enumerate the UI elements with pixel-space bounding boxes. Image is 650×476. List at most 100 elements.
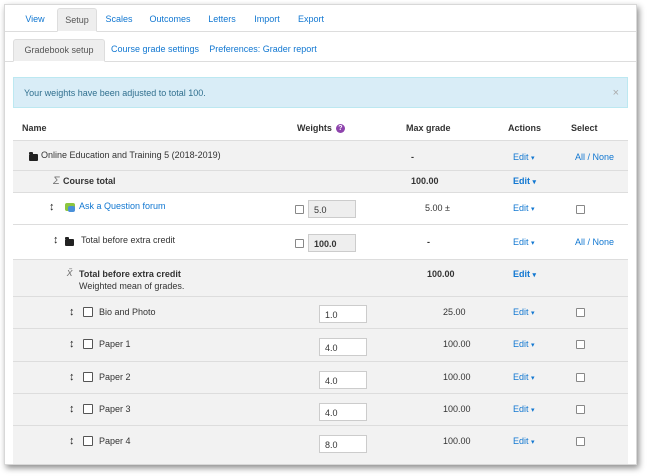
- table-row: ↕ Bio and Photo 1.0 25.00 Edit ▾: [13, 296, 628, 328]
- grade-item-name: Paper 1: [99, 339, 131, 349]
- category-total-label: Total before extra credit: [79, 269, 181, 279]
- select-checkbox[interactable]: [576, 437, 585, 446]
- edit-menu[interactable]: Edit ▾: [513, 176, 536, 186]
- grade-item-name: Paper 3: [99, 404, 131, 414]
- item-checkbox[interactable]: [83, 404, 93, 414]
- caret-down-icon: ▾: [532, 272, 537, 279]
- caret-down-icon: ▾: [531, 310, 535, 317]
- move-icon[interactable]: ↕: [53, 234, 59, 246]
- select-all-none[interactable]: All / None: [575, 237, 614, 247]
- table-row: ↕ Total before extra credit 100.0 - Edit…: [13, 224, 628, 259]
- move-icon[interactable]: ↕: [69, 371, 75, 383]
- table-row: ↕ Paper 1 4.0 100.00 Edit ▾: [13, 328, 628, 361]
- max-grade: 100.00: [443, 372, 471, 382]
- sigma-icon: Σ: [53, 175, 60, 187]
- tab-preferences-grader-report[interactable]: Preferences: Grader report: [207, 39, 319, 60]
- edit-menu[interactable]: Edit ▾: [513, 307, 535, 317]
- select-all-none[interactable]: All / None: [575, 152, 614, 162]
- caret-down-icon: ▾: [531, 240, 535, 247]
- edit-menu[interactable]: Edit ▾: [513, 339, 535, 349]
- weight-input[interactable]: 100.0: [308, 234, 356, 252]
- select-checkbox[interactable]: [576, 308, 585, 317]
- edit-menu[interactable]: Edit ▾: [513, 404, 535, 414]
- move-icon[interactable]: ↕: [69, 338, 75, 350]
- folder-icon: [65, 237, 74, 246]
- max-grade: 5.00 ±: [425, 203, 450, 213]
- move-icon[interactable]: ↕: [49, 201, 55, 213]
- edit-menu[interactable]: Edit ▾: [513, 269, 536, 279]
- weight-override-checkbox[interactable]: [295, 239, 304, 248]
- weight-input[interactable]: 4.0: [319, 371, 367, 389]
- folder-icon: [29, 152, 38, 161]
- caret-down-icon: ▾: [531, 407, 535, 414]
- column-header-max-grade: Max grade: [406, 123, 451, 133]
- edit-menu[interactable]: Edit ▾: [513, 203, 535, 213]
- close-icon[interactable]: ×: [613, 78, 619, 109]
- max-grade: -: [411, 152, 414, 162]
- column-header-actions: Actions: [508, 123, 542, 133]
- select-checkbox[interactable]: [576, 405, 585, 414]
- edit-menu[interactable]: Edit ▾: [513, 237, 535, 247]
- item-checkbox[interactable]: [83, 307, 93, 317]
- tab-scales[interactable]: Scales: [99, 8, 139, 30]
- aggregation-description: Weighted mean of grades.: [79, 281, 185, 291]
- table-row: ↕ Paper 3 4.0 100.00 Edit ▾: [13, 393, 628, 425]
- category-name: Online Education and Training 5 (2018-20…: [41, 150, 221, 160]
- secondary-tabs: Gradebook setup Course grade settings Pr…: [5, 37, 636, 62]
- caret-down-icon: ▾: [531, 206, 535, 213]
- table-row: ↕ Paper 2 4.0 100.00 Edit ▾: [13, 361, 628, 393]
- edit-menu[interactable]: Edit ▾: [513, 436, 535, 446]
- weight-input[interactable]: 4.0: [319, 403, 367, 421]
- weight-input[interactable]: 8.0: [319, 435, 367, 453]
- max-grade: 25.00: [443, 307, 466, 317]
- table-row: ↕ Ask a Question forum 5.0 5.00 ± Edit ▾: [13, 192, 628, 224]
- alert-message: Your weights have been adjusted to total…: [24, 88, 206, 98]
- edit-menu[interactable]: Edit ▾: [513, 372, 535, 382]
- tab-outcomes[interactable]: Outcomes: [143, 8, 197, 30]
- move-icon[interactable]: ↕: [69, 403, 75, 415]
- tab-gradebook-setup[interactable]: Gradebook setup: [13, 39, 105, 62]
- weight-input[interactable]: 1.0: [319, 305, 367, 323]
- caret-down-icon: ▾: [531, 155, 535, 162]
- tab-setup[interactable]: Setup: [57, 8, 97, 32]
- table-row: x̄ Total before extra credit Weighted me…: [13, 259, 628, 296]
- move-icon[interactable]: ↕: [69, 306, 75, 318]
- grade-item-name: Paper 4: [99, 436, 131, 446]
- help-icon[interactable]: ?: [335, 124, 345, 134]
- caret-down-icon: ▾: [531, 439, 535, 446]
- tab-import[interactable]: Import: [247, 8, 287, 30]
- select-checkbox[interactable]: [576, 205, 585, 214]
- table-row: Online Education and Training 5 (2018-20…: [13, 140, 628, 170]
- tab-view[interactable]: View: [15, 8, 55, 30]
- primary-tabs: View Setup Scales Outcomes Letters Impor…: [5, 5, 636, 32]
- edit-menu[interactable]: Edit ▾: [513, 152, 535, 162]
- tab-letters[interactable]: Letters: [201, 8, 243, 30]
- forum-icon: [65, 202, 75, 212]
- column-header-weights: Weights?: [297, 123, 345, 137]
- gradebook-window: View Setup Scales Outcomes Letters Impor…: [4, 4, 637, 465]
- category-name: Total before extra credit: [81, 235, 176, 245]
- table-row: Σ Course total 100.00 Edit ▾: [13, 170, 628, 192]
- item-checkbox[interactable]: [83, 339, 93, 349]
- course-total-label: Course total: [63, 176, 116, 186]
- caret-down-icon: ▾: [531, 375, 535, 382]
- table-row: ↕ Paper 4 8.0 100.00 Edit ▾: [13, 425, 628, 464]
- tab-export[interactable]: Export: [291, 8, 331, 30]
- column-header-name: Name: [22, 123, 47, 133]
- move-icon[interactable]: ↕: [69, 435, 75, 447]
- select-checkbox[interactable]: [576, 340, 585, 349]
- forum-item-link[interactable]: Ask a Question forum: [65, 201, 166, 212]
- select-checkbox[interactable]: [576, 373, 585, 382]
- max-grade: -: [427, 237, 430, 247]
- caret-down-icon: ▾: [531, 342, 535, 349]
- item-checkbox[interactable]: [83, 372, 93, 382]
- grade-item-name: Bio and Photo: [99, 307, 156, 317]
- weight-override-checkbox[interactable]: [295, 205, 304, 214]
- max-grade: 100.00: [443, 339, 471, 349]
- weight-input[interactable]: 5.0: [308, 200, 356, 218]
- info-alert: Your weights have been adjusted to total…: [13, 77, 628, 108]
- tab-course-grade-settings[interactable]: Course grade settings: [107, 39, 203, 60]
- weight-input[interactable]: 4.0: [319, 338, 367, 356]
- max-grade: 100.00: [411, 176, 439, 186]
- item-checkbox[interactable]: [83, 436, 93, 446]
